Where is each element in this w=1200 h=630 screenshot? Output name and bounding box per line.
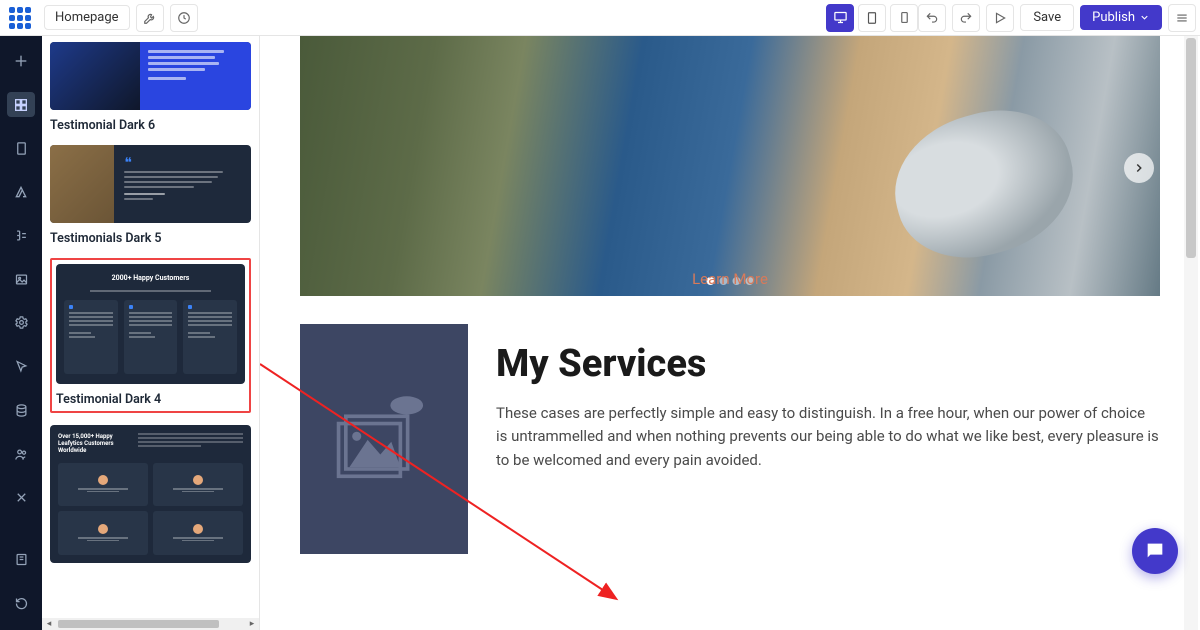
publish-label: Publish xyxy=(1092,10,1135,25)
publish-button[interactable]: Publish xyxy=(1080,5,1162,30)
block-label: Testimonial Dark 4 xyxy=(56,392,245,407)
add-icon[interactable] xyxy=(7,48,35,74)
block-thumbnail: ❝ xyxy=(50,145,251,223)
design-icon[interactable] xyxy=(7,179,35,205)
wrench-icon[interactable] xyxy=(136,4,164,32)
block-testimonial-dark-15k[interactable]: Over 15,000+ Happy Leafytics Customers W… xyxy=(50,425,251,563)
carousel-next-button[interactable] xyxy=(1124,153,1154,183)
thumb-title: Over 15,000+ Happy Leafytics Customers W… xyxy=(58,433,132,455)
chat-button[interactable] xyxy=(1132,528,1178,574)
hero-cta-link[interactable]: Learn More xyxy=(692,270,768,288)
menu-button[interactable] xyxy=(1168,4,1196,32)
left-rail xyxy=(0,36,42,630)
top-toolbar: Homepage xyxy=(0,0,1200,36)
page-icon[interactable] xyxy=(7,135,35,161)
history-icon[interactable] xyxy=(170,4,198,32)
scroll-right-icon[interactable]: ▸ xyxy=(245,618,259,630)
block-testimonial-dark-4[interactable]: 2000+ Happy Customers Testimonial Dark 4 xyxy=(50,258,251,413)
chevron-down-icon xyxy=(1139,12,1150,23)
editor-canvas[interactable]: Learn More My Services These cases are p… xyxy=(260,36,1200,630)
canvas-vertical-scrollbar[interactable] xyxy=(1184,36,1198,630)
save-button[interactable]: Save xyxy=(1020,4,1074,31)
page-name-field[interactable]: Homepage xyxy=(44,5,130,30)
revert-icon[interactable] xyxy=(7,590,35,616)
redo-button[interactable] xyxy=(952,4,980,32)
book-icon[interactable] xyxy=(7,547,35,573)
undo-button[interactable] xyxy=(918,4,946,32)
scroll-left-icon[interactable]: ◂ xyxy=(42,618,56,630)
tree-icon[interactable] xyxy=(7,223,35,249)
block-thumbnail xyxy=(50,42,251,110)
block-thumbnail: Over 15,000+ Happy Leafytics Customers W… xyxy=(50,425,251,563)
block-testimonial-dark-6[interactable]: Testimonial Dark 6 xyxy=(50,42,251,133)
chat-icon xyxy=(1144,540,1166,562)
block-label: Testimonial Dark 6 xyxy=(50,118,251,133)
sidebar-horizontal-scrollbar[interactable]: ◂ ▸ xyxy=(42,618,259,630)
services-heading[interactable]: My Services xyxy=(496,342,1160,386)
database-icon[interactable] xyxy=(7,398,35,424)
hero-section[interactable]: Learn More xyxy=(300,36,1160,296)
services-section[interactable]: My Services These cases are perfectly si… xyxy=(300,324,1160,554)
viewport-tablet-button[interactable] xyxy=(858,4,886,32)
tools-icon[interactable] xyxy=(7,485,35,511)
users-icon[interactable] xyxy=(7,441,35,467)
block-testimonials-dark-5[interactable]: ❝ Testimonials Dark 5 xyxy=(50,145,251,246)
gear-icon[interactable] xyxy=(7,310,35,336)
image-icon[interactable] xyxy=(7,266,35,292)
preview-button[interactable] xyxy=(986,4,1014,32)
viewport-mobile-button[interactable] xyxy=(890,4,918,32)
app-logo-icon[interactable] xyxy=(4,2,36,34)
services-body-text[interactable]: These cases are perfectly simple and eas… xyxy=(496,402,1160,472)
thumb-title: 2000+ Happy Customers xyxy=(112,274,190,282)
blocks-icon[interactable] xyxy=(7,92,35,118)
block-thumbnail: 2000+ Happy Customers xyxy=(56,264,245,384)
image-placeholder-icon xyxy=(329,389,439,489)
pointer-icon[interactable] xyxy=(7,354,35,380)
block-label: Testimonials Dark 5 xyxy=(50,231,251,246)
blocks-sidebar[interactable]: Testimonial Dark 6 ❝ xyxy=(42,36,260,630)
chevron-right-icon xyxy=(1132,161,1146,175)
viewport-desktop-button[interactable] xyxy=(826,4,854,32)
services-image-placeholder[interactable] xyxy=(300,324,468,554)
